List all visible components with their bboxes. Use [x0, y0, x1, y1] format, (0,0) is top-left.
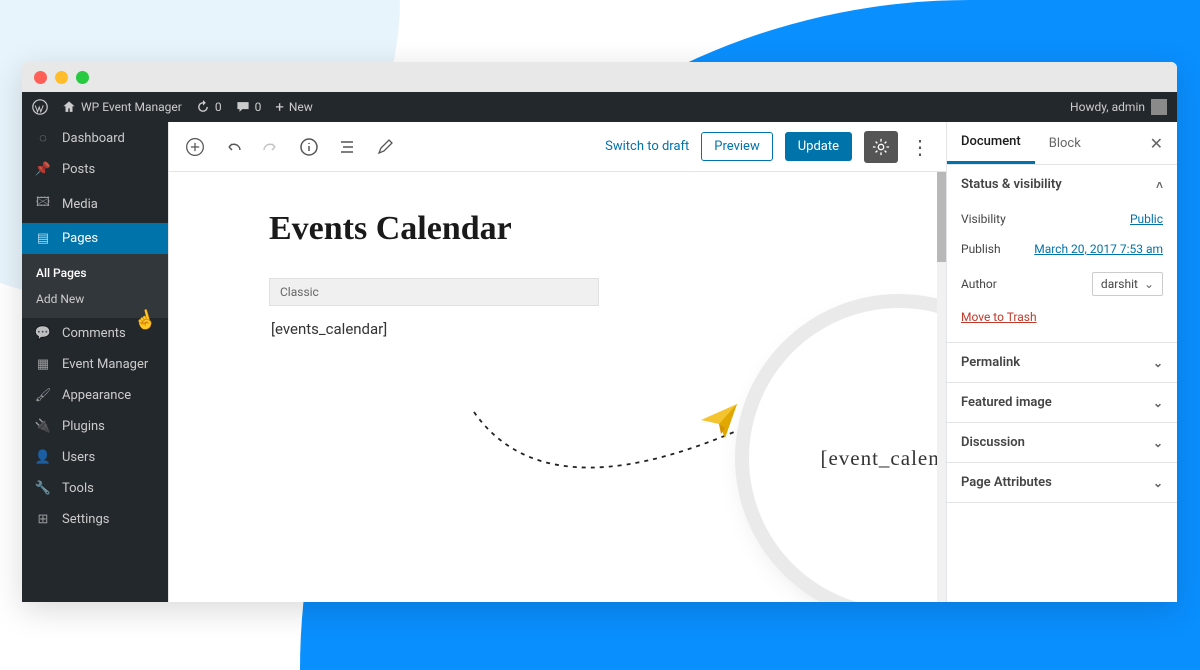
chevron-down-icon: ⌄	[1144, 277, 1154, 291]
outline-button[interactable]	[337, 137, 357, 157]
close-window-dot[interactable]	[34, 71, 47, 84]
settings-gear-button[interactable]	[864, 131, 898, 163]
brush-icon: 🖌	[34, 388, 52, 403]
sidebar-item-users[interactable]: 👤 Users	[22, 442, 168, 473]
visibility-value-link[interactable]: Public	[1130, 212, 1163, 226]
sliders-icon: ⊞	[34, 512, 52, 527]
sidebar-item-label: Posts	[62, 162, 95, 177]
author-label: Author	[961, 277, 997, 291]
sidebar-item-event-manager[interactable]: ▦ Event Manager	[22, 349, 168, 380]
window-titlebar	[22, 62, 1177, 92]
sidebar-item-posts[interactable]: 📌 Posts	[22, 154, 168, 185]
redo-button[interactable]	[261, 137, 281, 157]
plug-icon: 🔌	[34, 419, 52, 434]
comments-link[interactable]: 0	[236, 100, 262, 114]
sidebar-item-tools[interactable]: 🔧 Tools	[22, 473, 168, 504]
sidebar-item-label: Event Manager	[62, 357, 148, 372]
classic-block[interactable]: Classic [events_calendar]	[269, 278, 599, 352]
updates-link[interactable]: 0	[196, 100, 222, 114]
minimize-window-dot[interactable]	[55, 71, 68, 84]
author-select[interactable]: darshit⌄	[1092, 272, 1163, 296]
site-name-text: WP Event Manager	[81, 100, 182, 114]
sidebar-item-settings[interactable]: ⊞ Settings	[22, 504, 168, 535]
editor-scrollbar[interactable]	[937, 172, 946, 602]
avatar[interactable]	[1151, 99, 1167, 115]
close-panel-button[interactable]: ✕	[1136, 134, 1177, 153]
editor-toolbar: Switch to draft Preview Update ⋮	[169, 122, 946, 172]
sidebar-item-label: Comments	[62, 326, 126, 341]
switch-to-draft-link[interactable]: Switch to draft	[605, 139, 689, 154]
wp-admin-bar: WP Event Manager 0 0 + New Howdy, admin	[22, 92, 1177, 122]
sidebar-item-label: Plugins	[62, 419, 105, 434]
admin-sidebar: ◌ Dashboard 📌 Posts 🖾 Media ▤ Pages All Page…	[22, 122, 168, 602]
publish-date-link[interactable]: March 20, 2017 7:53 am	[1034, 242, 1163, 256]
sidebar-item-label: Tools	[62, 481, 94, 496]
tab-document[interactable]: Document	[947, 122, 1035, 164]
callout-circle: [event_calendar]	[749, 308, 946, 602]
pin-icon: 📌	[34, 162, 52, 177]
user-icon: 👤	[34, 450, 52, 465]
sidebar-sub-add-new[interactable]: Add New	[22, 286, 168, 312]
info-button[interactable]	[299, 137, 319, 157]
callout-text: [event_calendar]	[820, 446, 946, 471]
sidebar-item-media[interactable]: 🖾 Media	[22, 185, 168, 223]
visibility-label: Visibility	[961, 212, 1006, 226]
comments-count: 0	[255, 100, 262, 114]
updates-count: 0	[215, 100, 222, 114]
media-icon: 🖾	[34, 193, 52, 215]
sidebar-item-label: Media	[62, 197, 98, 212]
chevron-down-icon: ⌄	[1153, 476, 1163, 490]
editor-column: Switch to draft Preview Update ⋮ Events …	[169, 122, 947, 602]
page-title[interactable]: Events Calendar	[269, 210, 930, 248]
publish-label: Publish	[961, 242, 1001, 256]
editor-content[interactable]: Events Calendar Classic [events_calendar…	[169, 172, 946, 602]
update-button[interactable]: Update	[785, 132, 852, 161]
section-page-attributes[interactable]: Page Attributes⌄	[947, 463, 1177, 502]
new-label: New	[289, 100, 313, 114]
wrench-icon: 🔧	[34, 481, 52, 496]
speedometer-icon: ◌	[34, 130, 52, 146]
calendar-icon: ▦	[34, 357, 52, 372]
preview-button[interactable]: Preview	[701, 132, 772, 161]
tab-block[interactable]: Block	[1035, 124, 1095, 163]
page-icon: ▤	[34, 231, 52, 246]
chevron-down-icon: ⌄	[1153, 396, 1163, 410]
settings-panel: Document Block ✕ Status & visibility˄ Vi…	[947, 122, 1177, 602]
section-permalink[interactable]: Permalink⌄	[947, 343, 1177, 382]
sidebar-sub-all-pages[interactable]: All Pages	[22, 260, 168, 286]
sidebar-item-label: Dashboard	[62, 131, 125, 146]
undo-button[interactable]	[223, 137, 243, 157]
sidebar-item-label: Settings	[62, 512, 109, 527]
wp-logo-icon[interactable]	[32, 99, 48, 115]
more-options-button[interactable]: ⋮	[910, 135, 930, 159]
add-block-button[interactable]	[185, 137, 205, 157]
chevron-down-icon: ⌄	[1153, 436, 1163, 450]
howdy-text[interactable]: Howdy, admin	[1070, 100, 1145, 114]
comment-icon: 💬	[34, 326, 52, 341]
section-status-visibility[interactable]: Status & visibility˄	[947, 165, 1177, 204]
paper-plane-icon	[699, 400, 739, 440]
sidebar-item-dashboard[interactable]: ◌ Dashboard	[22, 122, 168, 154]
sidebar-item-pages[interactable]: ▤ Pages	[22, 223, 168, 254]
shortcode-text[interactable]: [events_calendar]	[269, 306, 599, 352]
chevron-up-icon: ˄	[1156, 178, 1163, 192]
block-type-label: Classic	[269, 278, 599, 306]
sidebar-item-label: Appearance	[62, 388, 131, 403]
sidebar-item-label: Users	[62, 450, 95, 465]
section-discussion[interactable]: Discussion⌄	[947, 423, 1177, 462]
move-to-trash-link[interactable]: Move to Trash	[961, 304, 1163, 330]
browser-window: WP Event Manager 0 0 + New Howdy, admin …	[22, 62, 1177, 602]
maximize-window-dot[interactable]	[76, 71, 89, 84]
edit-button[interactable]	[375, 137, 395, 157]
site-name-link[interactable]: WP Event Manager	[62, 100, 182, 114]
section-featured-image[interactable]: Featured image⌄	[947, 383, 1177, 422]
new-content-link[interactable]: + New	[275, 98, 312, 116]
sidebar-item-plugins[interactable]: 🔌 Plugins	[22, 411, 168, 442]
sidebar-item-label: Pages	[62, 231, 98, 246]
chevron-down-icon: ⌄	[1153, 356, 1163, 370]
sidebar-item-appearance[interactable]: 🖌 Appearance	[22, 380, 168, 411]
